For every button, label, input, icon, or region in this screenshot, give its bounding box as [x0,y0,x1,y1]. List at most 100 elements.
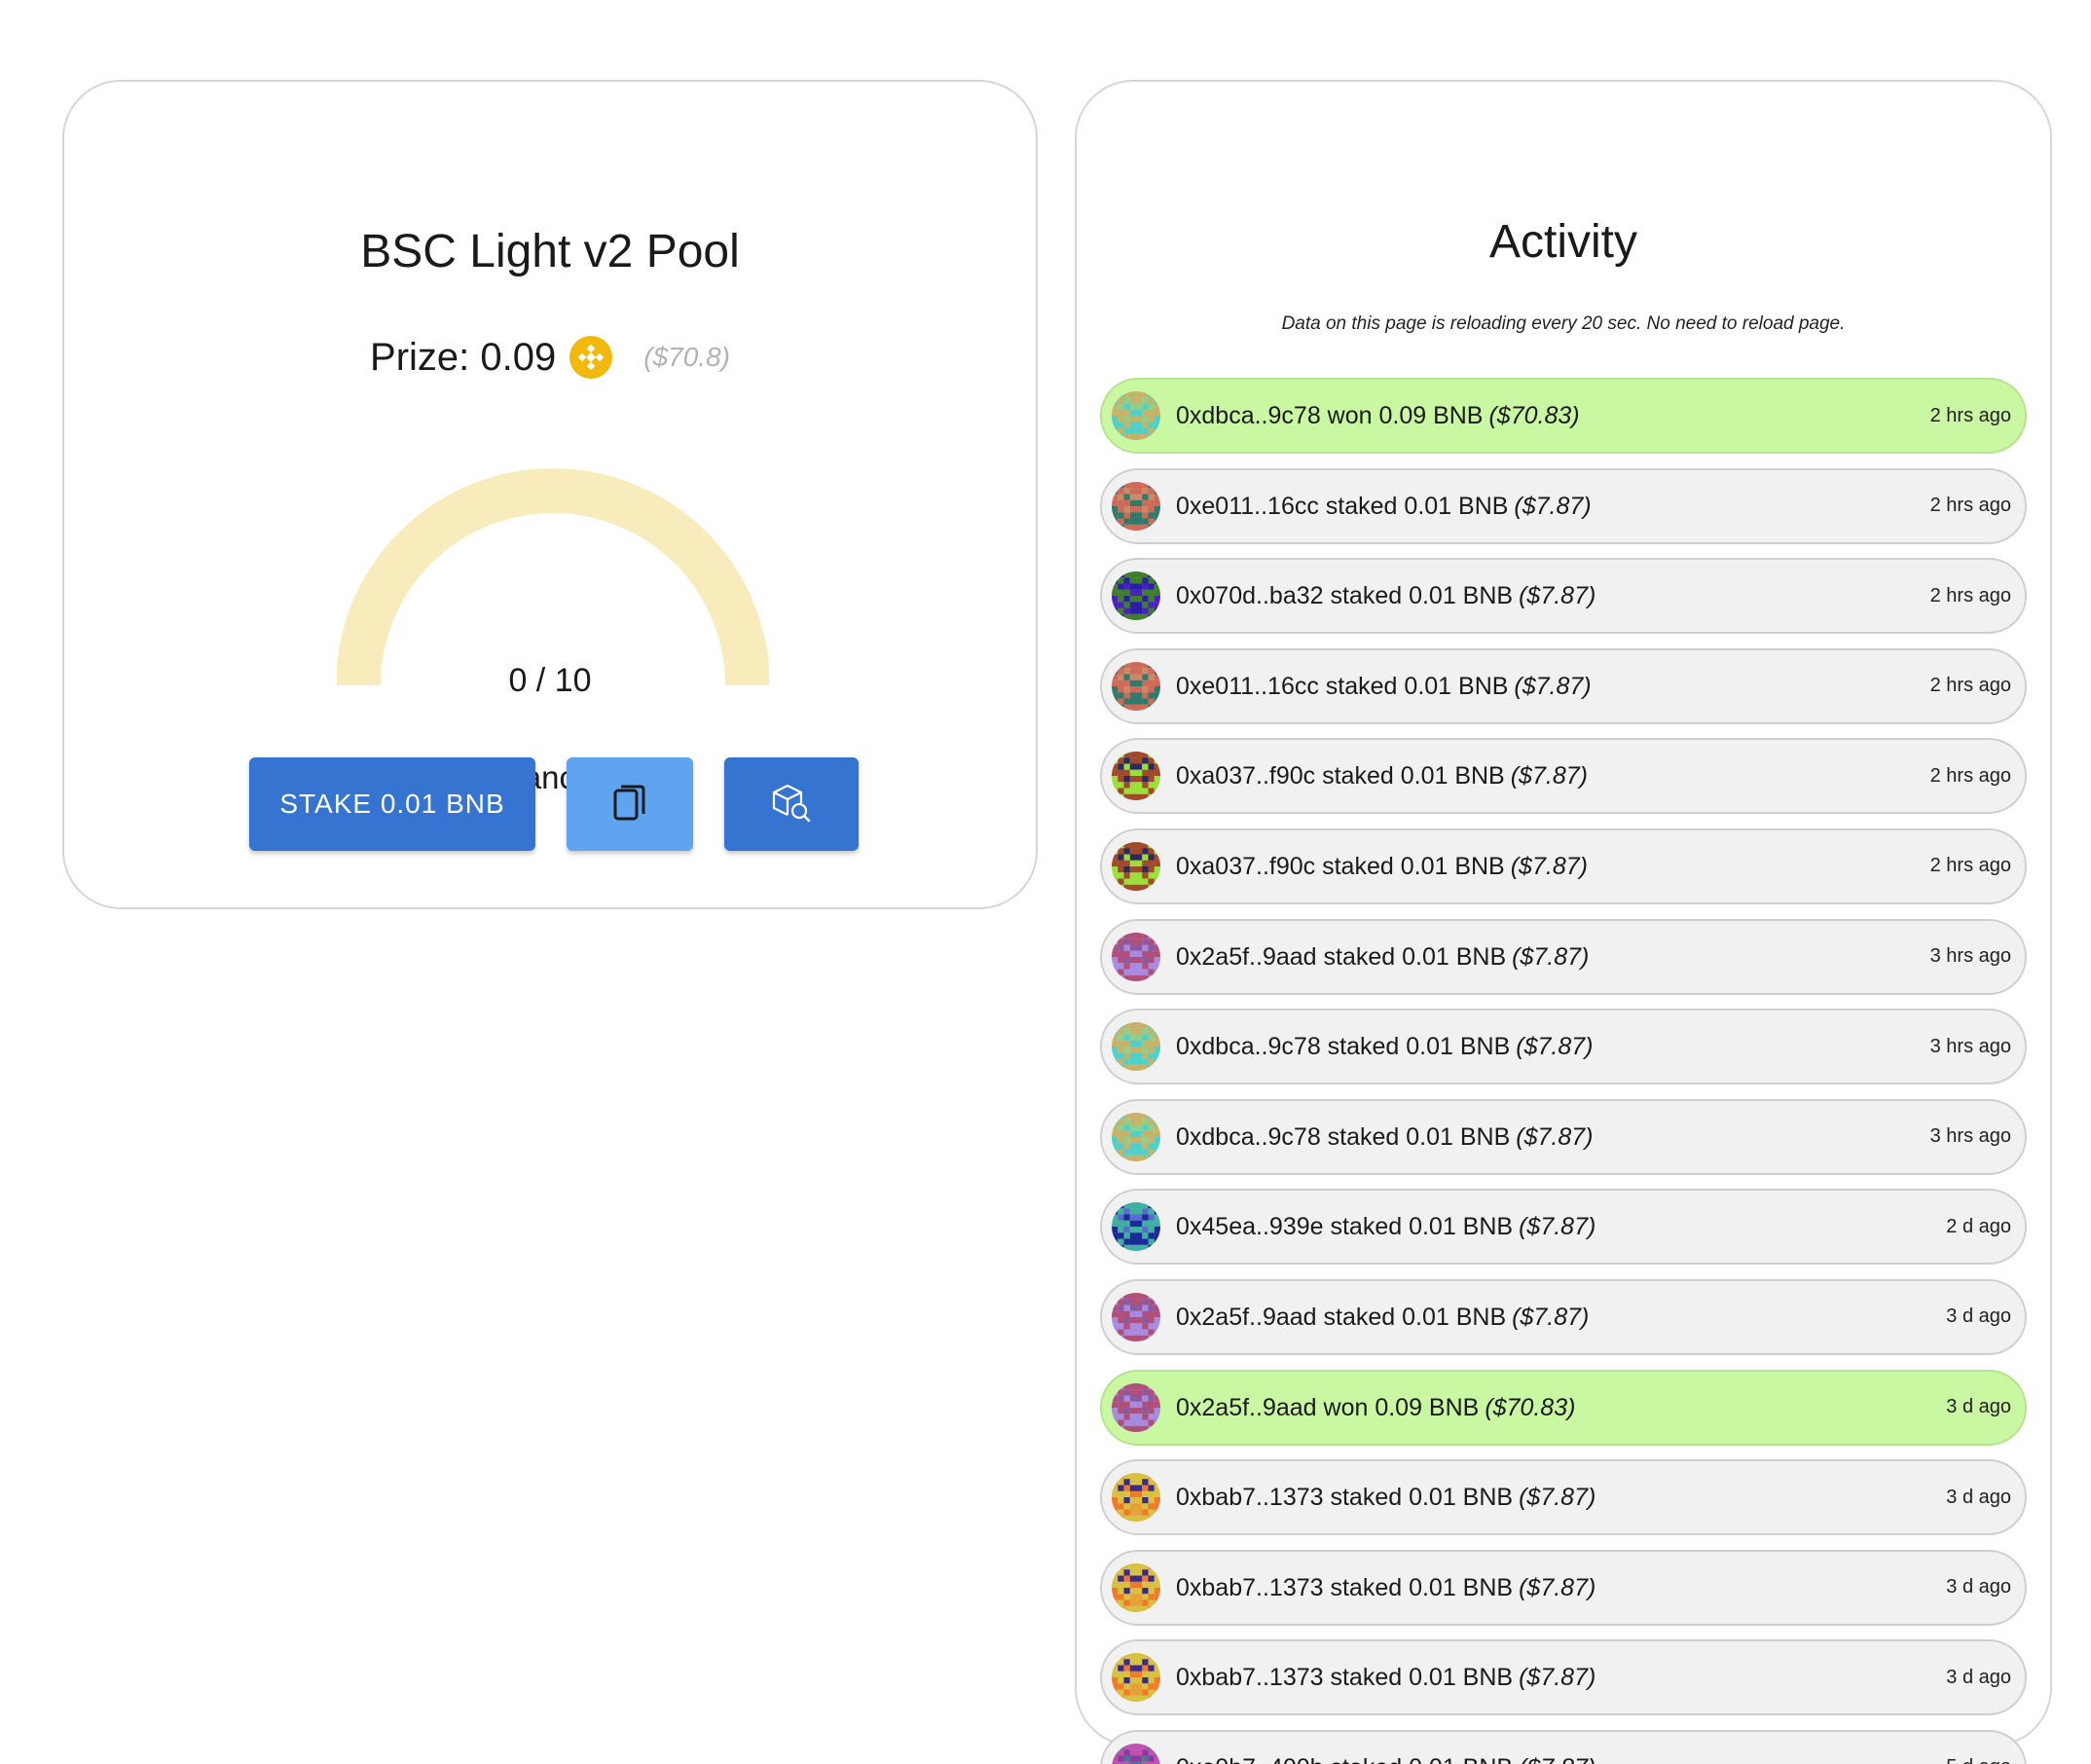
activity-card: Activity Data on this page is reloading … [1075,80,2052,1764]
prize-row: Prize: 0.09 ($70.8) [64,328,1036,386]
activity-row: 0xe011..16cc staked 0.01 BNB ($7.87) 2 hrs… [1100,467,2027,544]
activity-description: 0x2a5f..9aad won 0.09 BNB [1176,1393,1480,1421]
activity-usd: ($7.87) [1516,1122,1594,1151]
activity-row: 0xe011..16cc staked 0.01 BNB ($7.87) 2 hrs… [1100,647,2027,724]
activity-text: 0xdbca..9c78 staked 0.01 BNB ($7.87) [1176,1122,1930,1152]
avatar[interactable] [1112,1382,1160,1432]
activity-usd: ($7.87) [1514,492,1592,520]
activity-description: 0x45ea..939e staked 0.01 BNB [1176,1213,1514,1241]
activity-row: 0xa037..f90c staked 0.01 BNB ($7.87) 2 hrs… [1100,827,2027,904]
activity-row: 0xa037..f90c staked 0.01 BNB ($7.87) 2 hrs… [1100,738,2027,815]
your-chance: Your chance: 0.0% [416,759,684,795]
stake-button[interactable]: STAKE 0.01 BNB [249,757,535,851]
activity-usd: ($7.87) [1510,762,1588,790]
activity-usd: ($7.87) [1514,672,1592,700]
activity-row: 0x070d..ba32 staked 0.01 BNB ($7.87) 2 hrs… [1100,558,2027,635]
activity-description: 0xe011..16cc staked 0.01 BNB [1176,672,1509,700]
activity-usd: ($7.87) [1519,1484,1596,1512]
activity-usd: ($70.83) [1485,1393,1576,1421]
avatar[interactable] [1112,1292,1160,1341]
activity-time: 3 hrs ago [1929,945,2011,968]
activity-usd: ($7.87) [1512,1303,1590,1331]
activity-time: 3 d ago [1946,1396,2011,1418]
activity-description: 0xa037..f90c staked 0.01 BNB [1176,762,1505,790]
activity-description: 0xdbca..9c78 staked 0.01 BNB [1176,1122,1511,1151]
activity-row-win: 0x2a5f..9aad won 0.09 BNB ($70.83) 3 d ago [1100,1369,2027,1446]
activity-description: 0x2a5f..9aad staked 0.01 BNB [1176,942,1507,971]
avatar[interactable] [1112,1562,1160,1612]
activity-usd: ($7.87) [1519,582,1596,610]
activity-time: 3 hrs ago [1929,1035,2011,1057]
activity-text: 0xbab7..1373 staked 0.01 BNB ($7.87) [1176,1663,1946,1692]
activity-description: 0xdbca..9c78 won 0.09 BNB [1176,402,1484,429]
activity-usd: ($7.87) [1512,942,1590,971]
activity-text: 0xe011..16cc staked 0.01 BNB ($7.87) [1176,672,1930,701]
activity-description: 0xdbca..9c78 staked 0.01 BNB [1176,1033,1511,1061]
activity-text: 0xdbca..9c78 won 0.09 BNB ($70.83) [1176,401,1930,430]
page: BSC Light v2 Pool Prize: 0.09 ($70.8) 0 … [0,0,2091,1764]
activity-description: 0xbab7..1373 staked 0.01 BNB [1176,1664,1514,1692]
avatar[interactable] [1112,752,1160,801]
stake-button-label: STAKE 0.01 BNB [279,789,505,819]
activity-row-win: 0xdbca..9c78 won 0.09 BNB ($70.83) 2 hrs a… [1100,378,2027,454]
avatar[interactable] [1112,841,1160,891]
activity-row: 0xbab7..1373 staked 0.01 BNB ($7.87) 3 d a… [1100,1459,2027,1536]
activity-list: 0xdbca..9c78 won 0.09 BNB ($70.83) 2 hrs a… [1100,378,2027,1764]
activity-row: 0x45ea..939e staked 0.01 BNB ($7.87) 2 d a… [1100,1189,2027,1266]
activity-time: 3 hrs ago [1929,1125,2011,1148]
avatar[interactable] [1112,1022,1160,1072]
avatar[interactable] [1112,1112,1160,1161]
activity-description: 0x2a5f..9aad staked 0.01 BNB [1176,1303,1507,1331]
activity-text: 0xe011..16cc staked 0.01 BNB ($7.87) [1176,492,1930,521]
activity-text: 0xe0b7..400b staked 0.01 BNB ($7.87) [1176,1753,1946,1764]
activity-row: 0xdbca..9c78 staked 0.01 BNB ($7.87) 3 hrs… [1100,1098,2027,1175]
prize-amount: Prize: 0.09 [370,336,557,379]
avatar[interactable] [1112,1473,1160,1523]
activity-text: 0xa037..f90c staked 0.01 BNB ($7.87) [1176,852,1930,881]
activity-time: 2 hrs ago [1929,404,2011,426]
avatar[interactable] [1112,1202,1160,1252]
avatar[interactable] [1112,1653,1160,1703]
activity-text: 0xbab7..1373 staked 0.01 BNB ($7.87) [1176,1483,1946,1512]
activity-time: 5 d ago [1946,1756,2011,1764]
activity-row: 0x2a5f..9aad staked 0.01 BNB ($7.87) 3 d a… [1100,1278,2027,1355]
activity-text: 0xbab7..1373 staked 0.01 BNB ($7.87) [1176,1573,1946,1602]
activity-time: 3 d ago [1946,1305,2011,1328]
avatar[interactable] [1112,481,1160,531]
activity-description: 0xbab7..1373 staked 0.01 BNB [1176,1573,1514,1601]
copy-button[interactable] [567,757,693,851]
activity-usd: ($7.87) [1519,1573,1596,1601]
activity-text: 0x070d..ba32 staked 0.01 BNB ($7.87) [1176,581,1930,610]
explorer-button[interactable] [724,757,859,851]
avatar[interactable] [1112,391,1160,440]
activity-usd: ($7.87) [1519,1754,1596,1764]
activity-row: 0xbab7..1373 staked 0.01 BNB ($7.87) 3 d a… [1100,1639,2027,1716]
activity-time: 2 d ago [1946,1215,2011,1237]
activity-row: 0xbab7..1373 staked 0.01 BNB ($7.87) 3 d a… [1100,1549,2027,1626]
activity-text: 0x45ea..939e staked 0.01 BNB ($7.87) [1176,1212,1946,1241]
avatar[interactable] [1112,661,1160,711]
avatar[interactable] [1112,932,1160,981]
activity-time: 2 hrs ago [1929,764,2011,787]
activity-text: 0x2a5f..9aad staked 0.01 BNB ($7.87) [1176,1303,1946,1332]
activity-row: 0xe0b7..400b staked 0.01 BNB ($7.87) 5 d a… [1100,1729,2027,1764]
activity-description: 0xa037..f90c staked 0.01 BNB [1176,852,1505,880]
pool-card: BSC Light v2 Pool Prize: 0.09 ($70.8) 0 … [62,80,1038,909]
activity-text: 0xa037..f90c staked 0.01 BNB ($7.87) [1176,761,1930,790]
copy-icon [610,782,649,827]
activity-usd: ($7.87) [1519,1213,1596,1241]
activity-description: 0xe0b7..400b staked 0.01 BNB [1176,1754,1513,1764]
pool-title: BSC Light v2 Pool [360,226,740,277]
avatar[interactable] [1112,571,1160,621]
activity-usd: ($7.87) [1510,852,1588,880]
activity-description: 0x070d..ba32 staked 0.01 BNB [1176,582,1514,610]
activity-time: 3 d ago [1946,1576,2011,1599]
activity-usd: ($7.87) [1519,1664,1596,1692]
activity-time: 3 d ago [1946,1666,2011,1688]
activity-text: 0x2a5f..9aad won 0.09 BNB ($70.83) [1176,1393,1946,1422]
activity-time: 2 hrs ago [1929,675,2011,697]
avatar[interactable] [1112,1743,1160,1764]
activity-title: Activity [1488,216,1637,268]
activity-text: 0xdbca..9c78 staked 0.01 BNB ($7.87) [1176,1032,1930,1061]
activity-reload-note: Data on this page is reloading every 20 … [1281,313,1846,334]
